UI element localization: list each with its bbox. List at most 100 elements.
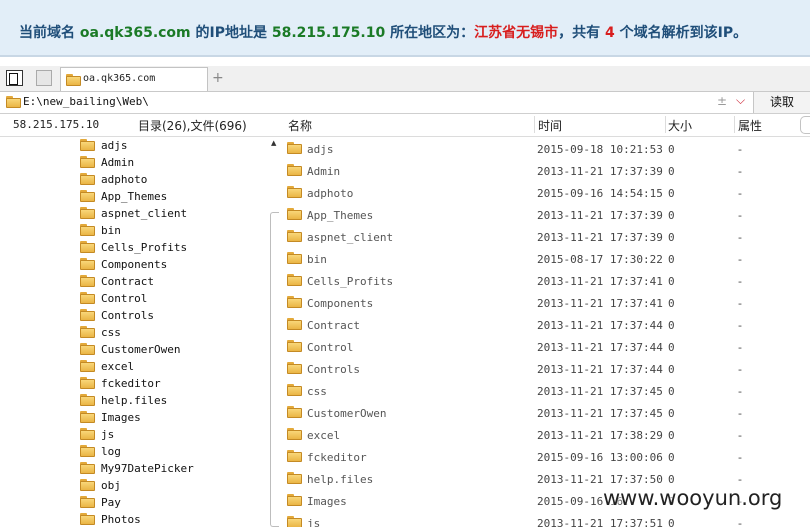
file-row[interactable]: js 2013-11-21 17:37:51 0 - (280, 512, 810, 527)
column-divider[interactable] (534, 116, 535, 133)
file-attr: - (738, 143, 742, 156)
column-attr[interactable]: 属性 (738, 117, 762, 134)
folder-icon (80, 445, 95, 457)
read-button[interactable]: 读取 (753, 92, 810, 113)
file-row[interactable]: css 2013-11-21 17:37:45 0 - (280, 380, 810, 402)
folder-icon (6, 96, 21, 108)
file-size: 0 (668, 429, 675, 442)
file-time: 2013-11-21 17:37:44 (537, 363, 663, 376)
tree-scrollbar[interactable]: ▲ (270, 137, 280, 527)
file-time: 2013-11-21 17:37:45 (537, 385, 663, 398)
file-row[interactable]: Controls 2013-11-21 17:37:44 0 - (280, 358, 810, 380)
folder-icon (80, 224, 95, 236)
file-time: 2013-11-21 17:37:51 (537, 517, 663, 527)
banner-location: 江苏省无锡市 (474, 25, 559, 41)
tab-oa-qk365[interactable]: oa.qk365.com (60, 67, 208, 91)
folder-icon (287, 296, 302, 308)
file-attr: - (738, 275, 742, 288)
folder-icon (287, 450, 302, 462)
column-divider[interactable] (665, 116, 666, 133)
folder-icon (80, 428, 95, 440)
file-size: 0 (668, 209, 675, 222)
tree-item-label: Pay (101, 496, 121, 509)
file-time: 2013-11-21 17:37:50 (537, 473, 663, 486)
file-attr: - (738, 231, 742, 244)
grid-view-icon[interactable] (36, 70, 52, 86)
file-row[interactable]: App_Themes 2013-11-21 17:37:39 0 - (280, 204, 810, 226)
chevron-down-icon[interactable]: ⌵ (736, 93, 745, 108)
file-name: fckeditor (307, 451, 367, 464)
tree-item-label: CustomerOwen (101, 343, 181, 356)
directory-tree: adjs Admin adphoto App_Themes aspnet_client b… (0, 137, 270, 527)
file-row[interactable]: adphoto 2015-09-16 14:54:15 0 - (280, 182, 810, 204)
file-row[interactable]: bin 2015-08-17 17:30:22 0 - (280, 248, 810, 270)
column-divider[interactable] (734, 116, 735, 133)
column-time[interactable]: 时间 (538, 117, 562, 134)
file-time: 2013-11-21 17:37:39 (537, 165, 663, 178)
file-attr: - (738, 187, 742, 200)
toggle-panel-icon[interactable] (6, 70, 23, 86)
folder-icon (80, 207, 95, 219)
tree-item-label: css (101, 326, 121, 339)
new-tab-button[interactable]: + (212, 70, 224, 86)
folder-icon (80, 343, 95, 355)
banner-count: 4 (604, 25, 615, 41)
tree-item-label: Admin (101, 156, 135, 169)
folder-icon (287, 164, 302, 176)
file-name: excel (307, 429, 341, 442)
tree-item-label: Images (101, 411, 141, 424)
scroll-thumb[interactable] (270, 212, 279, 527)
file-time: 2013-11-21 17:37:41 (537, 275, 663, 288)
tree-item-label: help.files (101, 394, 168, 407)
tree-item-label: fckeditor (101, 377, 161, 390)
file-row[interactable]: Admin 2013-11-21 17:37:39 0 - (280, 160, 810, 182)
file-size: 0 (668, 407, 675, 420)
file-size: 0 (668, 275, 675, 288)
file-row[interactable]: Cells_Profits 2013-11-21 17:37:41 0 - (280, 270, 810, 292)
scroll-up-icon[interactable]: ▲ (271, 139, 276, 147)
folder-icon (80, 479, 95, 491)
path-input[interactable]: E:\new_bailing\Web\ (23, 95, 149, 108)
folder-icon (287, 384, 302, 396)
plus-minus-icon[interactable]: ± (717, 94, 727, 108)
file-name: Images (307, 495, 347, 508)
list-scrollbar[interactable] (800, 116, 810, 134)
file-row[interactable]: fckeditor 2015-09-16 13:00:06 0 - (280, 446, 810, 468)
folder-icon (80, 156, 95, 168)
file-list: adjs 2015-09-18 10:21:53 0 - Admin 2013-11-21… (280, 137, 810, 527)
file-row[interactable]: CustomerOwen 2013-11-21 17:37:45 0 - (280, 402, 810, 424)
tree-item-label: aspnet_client (101, 207, 188, 220)
column-name[interactable]: 名称 (288, 117, 312, 134)
tree-item-label: Photos (101, 513, 141, 526)
folder-icon (80, 326, 95, 338)
folder-icon (80, 173, 95, 185)
file-attr: - (738, 319, 742, 332)
banner-ip: 58.215.175.10 (271, 25, 386, 41)
watermark: www.wooyun.org (603, 486, 783, 510)
file-time: 2015-09-16 14:54:15 (537, 187, 663, 200)
file-name: aspnet_client (307, 231, 394, 244)
tree-item-label: bin (101, 224, 121, 237)
file-row[interactable]: excel 2013-11-21 17:38:29 0 - (280, 424, 810, 446)
file-row[interactable]: Control 2013-11-21 17:37:44 0 - (280, 336, 810, 358)
banner-domain: oa.qk365.com (79, 25, 191, 41)
folder-icon (287, 230, 302, 242)
column-size[interactable]: 大小 (668, 117, 692, 134)
file-row[interactable]: Components 2013-11-21 17:37:41 0 - (280, 292, 810, 314)
file-row[interactable]: aspnet_client 2013-11-21 17:37:39 0 - (280, 226, 810, 248)
folder-icon (287, 494, 302, 506)
file-time: 2015-09-18 10:21:53 (537, 143, 663, 156)
tree-item-label: Cells_Profits (101, 241, 188, 254)
file-name: help.files (307, 473, 374, 486)
server-ip: 58.215.175.10 (13, 118, 100, 131)
ip-info-banner: 当前域名 oa.qk365.com 的IP地址是 58.215.175.10 所… (0, 0, 810, 57)
file-size: 0 (668, 517, 675, 527)
file-name: adphoto (307, 187, 354, 200)
file-row[interactable]: adjs 2015-09-18 10:21:53 0 - (280, 138, 810, 160)
tree-item-label: Components (101, 258, 168, 271)
file-time: 2013-11-21 17:37:39 (537, 209, 663, 222)
file-list-header: 名称 时间 大小 属性 (280, 114, 810, 137)
file-row[interactable]: Contract 2013-11-21 17:37:44 0 - (280, 314, 810, 336)
tree-item-label: adphoto (101, 173, 148, 186)
tab-label: oa.qk365.com (83, 73, 156, 84)
